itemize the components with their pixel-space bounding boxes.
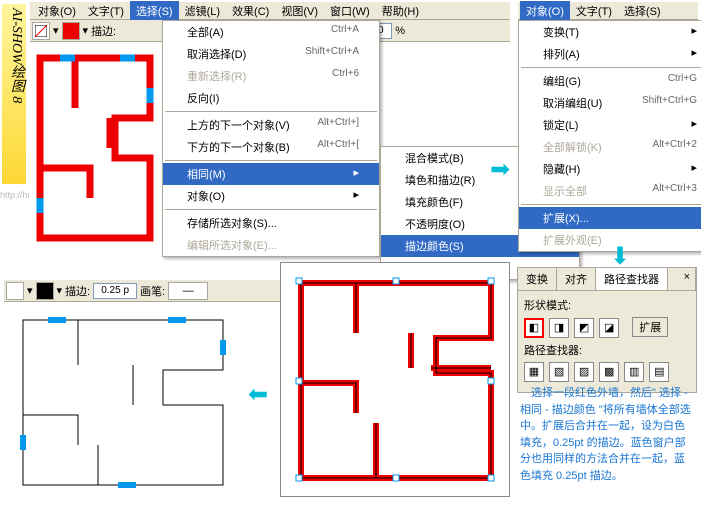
stroke-color-swatch[interactable] xyxy=(62,22,80,40)
dd-object[interactable]: 对象(O)▸ xyxy=(163,185,379,207)
dd-inverse[interactable]: 反向(I) xyxy=(163,87,379,109)
shape-unite-button[interactable]: ◧ xyxy=(524,318,544,338)
percent-label: % xyxy=(395,25,405,37)
no-fill-icon[interactable] xyxy=(32,22,50,40)
canvas-result xyxy=(8,305,238,500)
dropdown-arrow-icon[interactable]: ▾ xyxy=(27,284,33,297)
dd-next-above[interactable]: 上方的下一个对象(V)Alt+Ctrl+] xyxy=(163,114,379,136)
canvas-selected[interactable] xyxy=(280,262,510,497)
shape-intersect-button[interactable]: ◩ xyxy=(574,318,594,338)
menu-select[interactable]: 选择(S) xyxy=(130,1,179,21)
rm-unlockall: 全部解锁(K)Alt+Ctrl+2 xyxy=(519,136,701,158)
arrow-right-icon: ➡ xyxy=(490,155,510,184)
instruction-note: 选择一段红色外墙，然后" 选择 - 相同 - 描边颜色 "将所有墙体全部选中。扩… xyxy=(520,385,695,484)
tab-align[interactable]: 对齐 xyxy=(557,268,596,290)
toolbar-second: ▾ ▾ 描边: 画笔: — xyxy=(4,280,284,302)
rm-type[interactable]: 文字(T) xyxy=(570,1,618,21)
rm-transform[interactable]: 变换(T)▸ xyxy=(519,21,701,43)
shape-minus-button[interactable]: ◨ xyxy=(549,318,569,338)
pf-trim[interactable]: ▧ xyxy=(549,362,569,382)
menu-view[interactable]: 视图(V) xyxy=(275,1,324,21)
menu-help[interactable]: 帮助(H) xyxy=(376,1,425,21)
right-menu-area: 对象(O) 文字(T) 选择(S) 变换(T)▸ 排列(A)▸ 编组(G)Ctr… xyxy=(518,2,698,252)
dd-edit-sel: 编辑所选对象(E)... xyxy=(163,234,379,256)
rm-expand[interactable]: 扩展(X)... xyxy=(519,207,701,229)
rm-group[interactable]: 编组(G)Ctrl+G xyxy=(519,70,701,92)
rm-arrange[interactable]: 排列(A)▸ xyxy=(519,43,701,65)
fill-swatch[interactable] xyxy=(6,282,24,300)
shape-mode-label: 形状模式: xyxy=(524,297,690,313)
menu-type[interactable]: 文字(T) xyxy=(82,1,130,21)
dd-next-below[interactable]: 下方的下一个对象(B)Alt+Ctrl+[ xyxy=(163,136,379,158)
rm-hide[interactable]: 隐藏(H)▸ xyxy=(519,158,701,180)
close-icon[interactable]: × xyxy=(679,268,696,290)
rm-lock[interactable]: 锁定(L)▸ xyxy=(519,114,701,136)
menubar: 对象(O) 文字(T) 选择(S) 滤镜(L) 效果(C) 视图(V) 窗口(W… xyxy=(30,2,510,20)
rm-select[interactable]: 选择(S) xyxy=(618,1,667,21)
side-logo: AI-SHOW绘图 8 xyxy=(2,4,26,184)
tab-transform[interactable]: 变换 xyxy=(518,268,557,290)
pf-merge[interactable]: ▨ xyxy=(574,362,594,382)
dd-reselect: 重新选择(R)Ctrl+6 xyxy=(163,65,379,87)
menu-window[interactable]: 窗口(W) xyxy=(324,1,376,21)
pathfinder-panel: 变换 对齐 路径查找器 × 形状模式: ◧ ◨ ◩ ◪ 扩展 路径查找器: ▦ … xyxy=(517,267,697,393)
rm-object[interactable]: 对象(O) xyxy=(520,1,570,21)
dropdown-select: 全部(A)Ctrl+A 取消选择(D)Shift+Ctrl+A 重新选择(R)C… xyxy=(162,20,380,257)
pf-divide[interactable]: ▦ xyxy=(524,362,544,382)
pf-outline[interactable]: ▥ xyxy=(624,362,644,382)
rm-ungroup[interactable]: 取消编组(U)Shift+Ctrl+G xyxy=(519,92,701,114)
pf-crop[interactable]: ▩ xyxy=(599,362,619,382)
arrow-down-icon: ⬇ xyxy=(610,242,630,271)
canvas-original xyxy=(30,48,160,258)
dd-same[interactable]: 相同(M)▸ xyxy=(163,163,379,185)
menu-object[interactable]: 对象(O) xyxy=(32,1,82,21)
brush-selector[interactable]: — xyxy=(168,282,208,300)
expand-button[interactable]: 扩展 xyxy=(632,317,668,337)
dropdown-arrow-icon[interactable]: ▾ xyxy=(57,284,63,297)
dropdown-arrow-icon[interactable]: ▾ xyxy=(83,24,89,37)
brush-label: 画笔: xyxy=(140,283,165,299)
stroke-label: 描边: xyxy=(91,23,116,39)
stroke-swatch[interactable] xyxy=(36,282,54,300)
dd-all[interactable]: 全部(A)Ctrl+A xyxy=(163,21,379,43)
dropdown-arrow-icon[interactable]: ▾ xyxy=(53,24,59,37)
menu-effect[interactable]: 效果(C) xyxy=(226,1,275,21)
pathfinder-label: 路径查找器: xyxy=(524,342,690,358)
shape-exclude-button[interactable]: ◪ xyxy=(599,318,619,338)
menu-filter[interactable]: 滤镜(L) xyxy=(179,1,226,21)
dd-deselect[interactable]: 取消选择(D)Shift+Ctrl+A xyxy=(163,43,379,65)
rm-showall: 显示全部Alt+Ctrl+3 xyxy=(519,180,701,202)
pf-minusback[interactable]: ▤ xyxy=(649,362,669,382)
stroke-label-2: 描边: xyxy=(65,283,90,299)
stroke-width-input[interactable] xyxy=(93,283,137,299)
pathfinder-tabs: 变换 对齐 路径查找器 × xyxy=(518,268,696,291)
dd-save-sel[interactable]: 存储所选对象(S)... xyxy=(163,212,379,234)
arrow-left-icon: ⬅ xyxy=(248,380,268,409)
tab-pathfinder[interactable]: 路径查找器 xyxy=(596,268,668,290)
